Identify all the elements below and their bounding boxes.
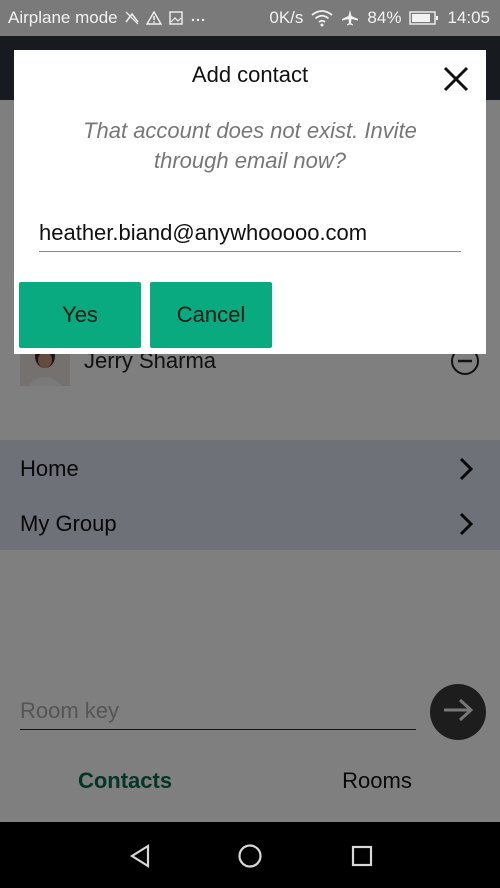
airplane-mode-label: Airplane mode <box>8 8 118 27</box>
clock: 14:05 <box>447 8 490 27</box>
dialog-title: Add contact <box>191 62 309 87</box>
network-speed: 0K/s <box>269 8 304 27</box>
airplane-icon <box>341 9 359 27</box>
cancel-button[interactable]: Cancel <box>150 282 272 348</box>
wifi-icon <box>311 9 333 27</box>
more-icon <box>190 10 206 26</box>
add-contact-dialog: Add contact That account does not exist.… <box>14 50 486 354</box>
dialog-message: That account does not exist. Invite thro… <box>83 118 417 173</box>
network-icon <box>124 10 140 26</box>
alert-icon <box>145 10 162 26</box>
battery-percent: 84% <box>367 8 402 27</box>
status-bar: Airplane mode 0K/s 84% 14:05 <box>0 0 500 36</box>
image-icon <box>168 10 184 26</box>
home-icon[interactable] <box>236 842 264 875</box>
email-field[interactable]: heather.biand@anywhooooo.com <box>39 216 461 252</box>
recents-icon[interactable] <box>348 842 376 875</box>
battery-icon <box>409 10 439 26</box>
yes-button[interactable]: Yes <box>19 282 141 348</box>
close-icon[interactable] <box>442 65 470 93</box>
back-icon[interactable] <box>126 842 154 875</box>
navigation-bar <box>0 822 500 888</box>
